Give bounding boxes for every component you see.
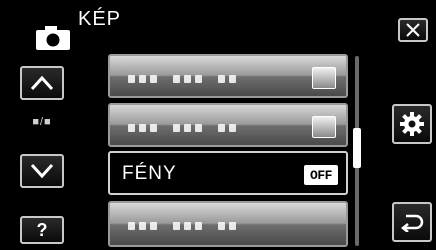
- scroll-down-button[interactable]: [20, 154, 64, 188]
- menu-row-feny[interactable]: FÉNY OFF: [108, 151, 348, 195]
- camera-icon: [36, 26, 70, 50]
- scrollbar-thumb[interactable]: [353, 128, 361, 168]
- help-label: ?: [36, 219, 48, 240]
- close-button[interactable]: [398, 18, 428, 42]
- row-label-placeholder: [128, 75, 236, 83]
- page-title: KÉP: [78, 8, 122, 30]
- page-indicator: ■/■: [32, 116, 52, 128]
- value-icon: [312, 67, 336, 89]
- value-icon: [312, 116, 336, 138]
- gear-icon: [400, 112, 424, 136]
- chevron-up-icon: [30, 75, 54, 91]
- scroll-up-button[interactable]: [20, 66, 64, 100]
- settings-button[interactable]: [392, 104, 432, 144]
- menu-row-2[interactable]: [108, 103, 348, 147]
- close-icon: [406, 23, 420, 37]
- chevron-down-icon: [30, 163, 54, 179]
- row-label: FÉNY: [122, 163, 177, 184]
- menu-row-4[interactable]: [108, 201, 348, 247]
- menu-row-1[interactable]: [108, 54, 348, 98]
- row-label-placeholder: [128, 222, 236, 230]
- return-icon: [400, 214, 424, 232]
- back-button[interactable]: [392, 202, 432, 242]
- off-badge: OFF: [304, 165, 338, 185]
- row-label-placeholder: [128, 124, 236, 132]
- help-button[interactable]: ?: [20, 216, 64, 244]
